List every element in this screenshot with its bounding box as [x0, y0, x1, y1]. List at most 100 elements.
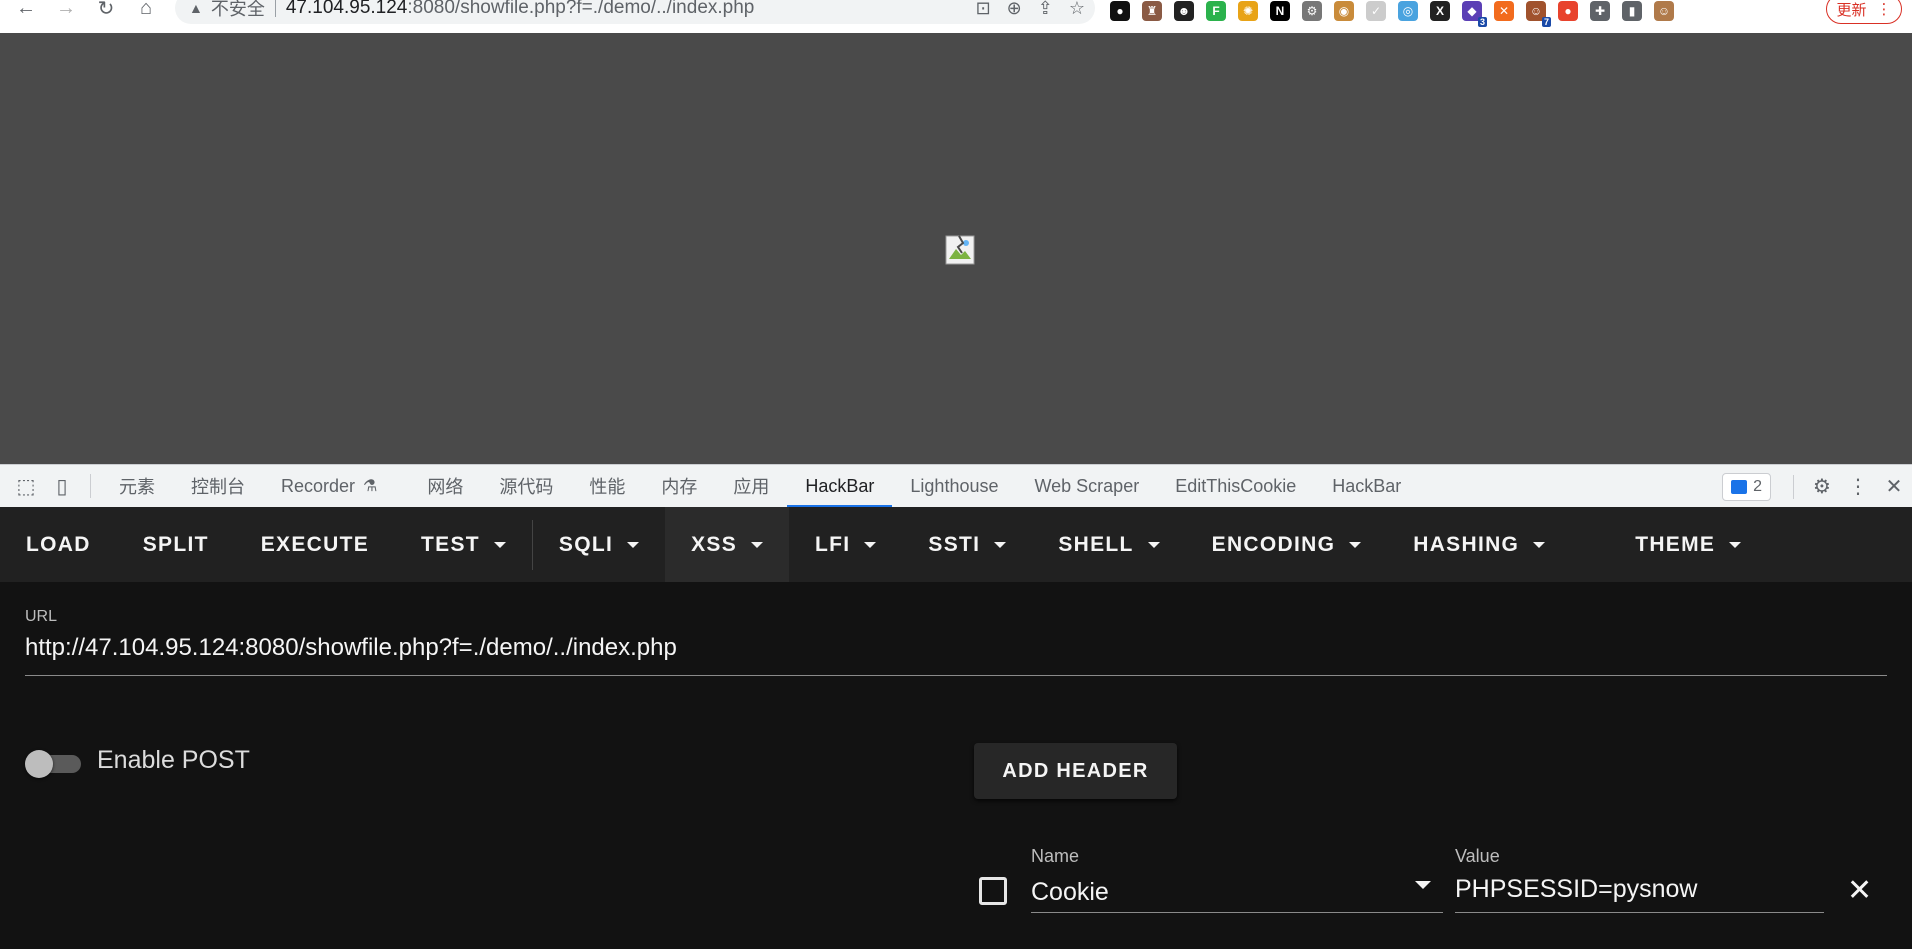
caret-down-icon	[1147, 541, 1160, 548]
insecure-label: 不安全	[210, 0, 265, 19]
warning-icon: ▲	[189, 0, 203, 16]
circle-extension-icon[interactable]: ●	[1110, 1, 1130, 21]
settings-gear-icon[interactable]: ⚙	[1804, 465, 1840, 508]
reload-icon[interactable]: ↻	[88, 0, 124, 20]
devtools-tab[interactable]: Recorder ⚗	[263, 465, 395, 508]
test-button[interactable]: TEST	[395, 507, 532, 582]
inspect-element-icon[interactable]: ⬚	[8, 465, 44, 508]
broken-image-icon	[945, 235, 975, 265]
devtools-menu-icon[interactable]: ⋮	[1840, 465, 1876, 508]
devtools-tab[interactable]: 网络	[409, 465, 481, 508]
close-devtools-icon[interactable]: ✕	[1876, 465, 1912, 508]
caret-down-icon	[751, 541, 764, 548]
devtools-tab[interactable]: HackBar	[1314, 465, 1419, 508]
toolbar-button-label: LOAD	[26, 532, 91, 556]
tab-divider	[1793, 474, 1794, 499]
sidepanel-extension-icon[interactable]: ▮	[1622, 1, 1642, 21]
devtools-tab-label: 应用	[733, 477, 770, 497]
header-enabled-checkbox[interactable]	[979, 877, 1007, 905]
split-button[interactable]: SPLIT	[117, 507, 235, 582]
devtools-tab-label: HackBar	[805, 475, 875, 496]
caret-down-icon	[994, 541, 1007, 548]
ghost-extension-icon[interactable]: ☻	[1174, 1, 1194, 21]
extension-badge: 7	[1541, 17, 1551, 27]
feedly-extension-icon[interactable]: F	[1206, 1, 1226, 21]
notion-extension-icon[interactable]: N	[1270, 1, 1290, 21]
ssti-button[interactable]: SSTI	[902, 507, 1032, 582]
chevron-down-icon[interactable]	[1415, 881, 1431, 889]
bookmark-star-icon[interactable]: ☆	[1069, 0, 1085, 19]
devtools-tab[interactable]: 源代码	[481, 465, 571, 508]
load-button[interactable]: LOAD	[0, 507, 117, 582]
devtools-tab[interactable]: 元素	[101, 465, 173, 508]
lfi-button[interactable]: LFI	[789, 507, 902, 582]
devtools-tab-label: Web Scraper	[1034, 475, 1140, 496]
cookie-extension-icon[interactable]: ◉	[1334, 1, 1354, 21]
home-icon[interactable]: ⌂	[128, 0, 164, 20]
toolbar-button-label: SQLI	[558, 532, 614, 556]
globe-extension-icon[interactable]: ◎	[1398, 1, 1418, 21]
devtools-tab[interactable]: EditThisCookie	[1157, 465, 1314, 508]
puzzle-extension-icon[interactable]: ✚	[1590, 1, 1610, 21]
devtools-tab-label: 性能	[589, 477, 626, 497]
remove-header-icon[interactable]: ✕	[1847, 873, 1872, 908]
sqli-button[interactable]: SQLI	[533, 507, 665, 582]
back-icon[interactable]: ←	[8, 0, 44, 20]
devtools-tab[interactable]: 内存	[643, 465, 715, 508]
pinwheel-extension-icon[interactable]: ✺	[1238, 1, 1258, 21]
header-value-label: Value	[1455, 846, 1500, 866]
caret-down-icon	[1533, 541, 1546, 548]
add-header-button[interactable]: ADD HEADER	[974, 743, 1177, 799]
flask-icon: ⚗	[363, 478, 378, 495]
shell-button[interactable]: SHELL	[1032, 507, 1185, 582]
browser-toolbar: ← → ↻ ⌂ ▲ 不安全 47.104.95.124 :8080/showfi…	[0, 0, 1912, 33]
extensions-bar: ● ♜ ☻ F ✺ N ⚙ ◉ ✓ ◎ X ◆ 3 ✕ ☺ 7 ● ✚ ▮ ☺	[1110, 0, 1674, 27]
hackbar-toolbar: LOAD SPLIT EXECUTE TEST SQLI XSS LFI SSTI SHELL E…	[0, 507, 1912, 582]
header-name-label: Name	[1031, 846, 1080, 866]
cube-extension-icon[interactable]: ◆ 3	[1462, 1, 1487, 27]
orange-extension-icon[interactable]: ✕	[1494, 1, 1514, 21]
devtools-tab-label: 控制台	[191, 477, 245, 497]
person-extension-icon[interactable]: ☺ 7	[1526, 1, 1551, 27]
enable-post-label: Enable POST	[97, 746, 250, 774]
devtools-tab[interactable]: 应用	[715, 465, 787, 508]
devtools-tab[interactable]: 控制台	[173, 465, 263, 508]
gear-extension-icon[interactable]: ⚙	[1302, 1, 1322, 21]
toolbar-button-label: EXECUTE	[260, 532, 370, 556]
devtools-tab-bar: ⬚ ▯ 元素 控制台 Recorder ⚗ 网络 源代码 性能 内存 应用 HackBar Ligh…	[0, 464, 1912, 508]
encoding-button[interactable]: ENCODING	[1186, 507, 1388, 582]
caret-down-icon	[627, 541, 640, 548]
devtools-tab[interactable]: 性能	[571, 465, 643, 508]
toggle-knob	[25, 750, 53, 778]
device-toolbar-icon[interactable]: ▯	[44, 465, 80, 508]
more-menu-icon[interactable]: ⋮	[1877, 0, 1892, 18]
avatar-extension-icon[interactable]: ♜	[1142, 1, 1162, 21]
devtools-tab[interactable]: Web Scraper	[1016, 465, 1157, 508]
x-extension-icon[interactable]: X	[1430, 1, 1450, 21]
devtools-tab[interactable]: Lighthouse	[892, 465, 1016, 508]
hashing-button[interactable]: HASHING	[1387, 507, 1571, 582]
url-field-label: URL	[25, 608, 58, 625]
header-name-select[interactable]: Cookie	[1031, 878, 1109, 907]
enable-post-toggle[interactable]	[25, 748, 85, 778]
forward-icon[interactable]: →	[48, 0, 84, 20]
execute-button[interactable]: EXECUTE	[235, 507, 395, 582]
share-icon[interactable]: ⇪	[1038, 0, 1053, 19]
devtools-tab[interactable]: HackBar	[787, 465, 893, 508]
red-extension-icon[interactable]: ●	[1558, 1, 1578, 21]
url-path: :8080/showfile.php?f=./demo/../index.php	[407, 0, 755, 18]
update-button[interactable]: 更新 ⋮	[1826, 0, 1902, 24]
header-name-underline	[1031, 912, 1443, 913]
xss-button[interactable]: XSS	[665, 507, 790, 582]
check-extension-icon[interactable]: ✓	[1366, 1, 1386, 21]
header-value-input[interactable]: PHPSESSID=pysnow	[1455, 875, 1697, 904]
translate-icon[interactable]: ⊡	[976, 0, 991, 19]
issues-button[interactable]: 2	[1722, 472, 1771, 501]
url-field-underline	[25, 675, 1887, 676]
profile-extension-icon[interactable]: ☺	[1654, 1, 1674, 21]
page-viewport	[0, 33, 1912, 464]
address-bar[interactable]: ▲ 不安全 47.104.95.124 :8080/showfile.php?f…	[175, 0, 1095, 24]
theme-button[interactable]: THEME	[1609, 507, 1767, 582]
url-field[interactable]: http://47.104.95.124:8080/showfile.php?f…	[25, 634, 677, 662]
zoom-icon[interactable]: ⊕	[1007, 0, 1022, 19]
